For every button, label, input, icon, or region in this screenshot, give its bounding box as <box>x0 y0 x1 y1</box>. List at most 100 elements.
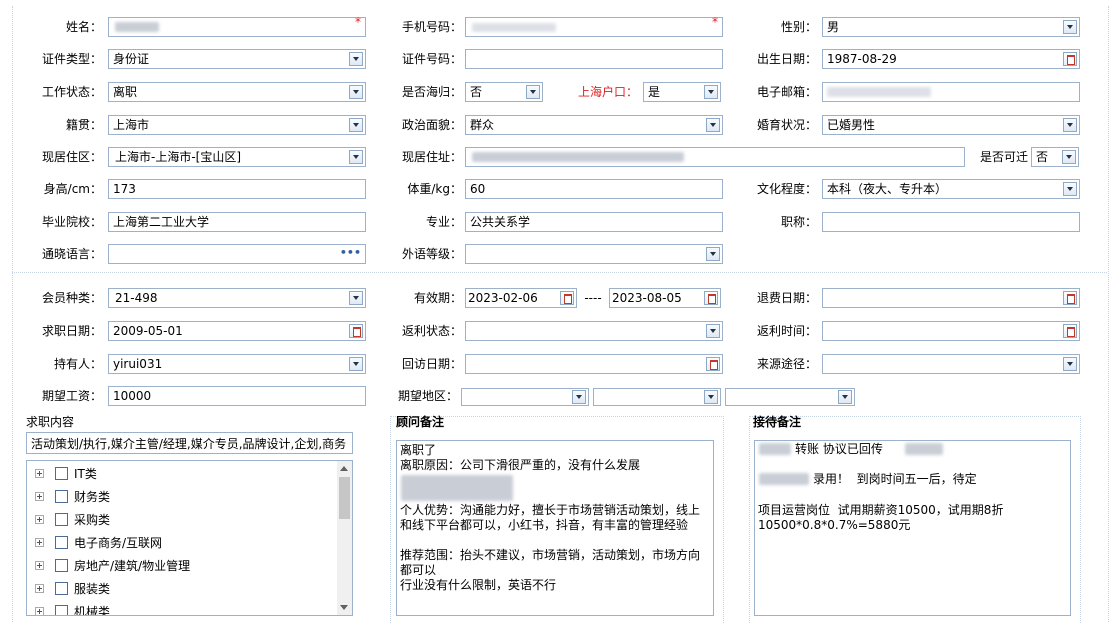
apply-date-field[interactable]: 2009-05-01 <box>108 321 366 341</box>
job-category-tree[interactable]: IT类 财务类 采购类 电子商务/互联网 房地产/建筑/物业管理 服装类 机械类 <box>26 460 353 616</box>
id-type-select[interactable]: 身份证 <box>108 49 366 69</box>
returnee-select[interactable]: 否 <box>465 82 543 102</box>
gender-select[interactable]: 男 <box>822 17 1080 37</box>
chevron-down-icon[interactable] <box>706 247 720 261</box>
expand-icon[interactable] <box>35 607 44 615</box>
phone-field[interactable]: * <box>465 15 723 37</box>
chevron-down-icon[interactable] <box>349 291 363 305</box>
returnee-value: 否 <box>470 85 483 99</box>
email-field[interactable] <box>822 82 1080 102</box>
scrollbar[interactable] <box>337 461 352 615</box>
checkbox[interactable] <box>55 582 68 595</box>
refund-date-field[interactable] <box>822 288 1080 308</box>
checkbox[interactable] <box>55 490 68 503</box>
tree-item-label: 采购类 <box>74 513 111 527</box>
checkbox[interactable] <box>55 605 68 615</box>
source-select[interactable] <box>822 354 1080 374</box>
checkbox[interactable] <box>55 467 68 480</box>
checkbox[interactable] <box>55 513 68 526</box>
chevron-down-icon[interactable] <box>349 52 363 66</box>
apply-date-value: 2009-05-01 <box>113 324 183 338</box>
chevron-down-icon[interactable] <box>349 357 363 371</box>
address-label: 现居住址： <box>401 150 462 164</box>
political-select[interactable]: 群众 <box>465 115 723 135</box>
holder-select[interactable]: yirui031 <box>108 354 366 374</box>
foreign-level-select[interactable] <box>465 244 723 264</box>
chevron-down-icon[interactable] <box>349 150 363 164</box>
chevron-down-icon[interactable] <box>838 390 852 404</box>
chevron-down-icon[interactable] <box>1063 182 1077 196</box>
title-field[interactable] <box>822 212 1080 232</box>
chevron-down-icon[interactable] <box>704 390 718 404</box>
expand-icon[interactable] <box>35 469 44 478</box>
scroll-up-icon[interactable] <box>340 466 348 471</box>
school-field[interactable]: 上海第二工业大学 <box>108 212 366 232</box>
area-select[interactable]: 上海市-上海市-[宝山区] <box>108 147 366 167</box>
checkbox[interactable] <box>55 559 68 572</box>
calendar-icon[interactable] <box>704 291 718 305</box>
more-icon[interactable]: ••• <box>340 245 361 261</box>
weight-label: 体重/kg： <box>407 182 462 196</box>
visit-date-field[interactable] <box>465 354 723 374</box>
expand-icon[interactable] <box>35 584 44 593</box>
calendar-icon[interactable] <box>706 357 720 371</box>
chevron-down-icon[interactable] <box>1063 20 1077 34</box>
chevron-down-icon[interactable] <box>704 85 718 99</box>
scroll-down-icon[interactable] <box>340 605 348 610</box>
scroll-thumb[interactable] <box>339 477 350 519</box>
expand-icon[interactable] <box>35 492 44 501</box>
calendar-icon[interactable] <box>1063 324 1077 338</box>
height-field[interactable]: 173 <box>108 179 366 199</box>
birth-date-field[interactable]: 1987-08-29 <box>822 49 1080 69</box>
name-label: 姓名： <box>65 20 102 34</box>
address-field[interactable] <box>465 147 965 167</box>
hukou-value: 是 <box>648 85 661 99</box>
chevron-down-icon[interactable] <box>706 118 720 132</box>
reception-notes-area[interactable]: 转账 协议已回传 录用！ 到岗时间五一后，待定 项目运营岗位 试用期薪资1050… <box>754 440 1071 616</box>
height-label: 身高/cm： <box>43 182 102 196</box>
native-select[interactable]: 上海市 <box>108 115 366 135</box>
work-status-select[interactable]: 离职 <box>108 82 366 102</box>
member-type-select[interactable]: 21-498 <box>108 288 366 308</box>
valid-from-field[interactable]: 2023-02-06 <box>465 288 577 308</box>
weight-field[interactable]: 60 <box>465 179 723 199</box>
region-district-select[interactable] <box>725 388 855 406</box>
hukou-select[interactable]: 是 <box>643 82 721 102</box>
calendar-icon[interactable] <box>560 291 574 305</box>
job-summary-field[interactable]: 活动策划/执行,媒介主管/经理,媒介专员,品牌设计,企划,商务 <box>26 432 353 454</box>
chevron-down-icon[interactable] <box>1063 118 1077 132</box>
chevron-down-icon[interactable] <box>1063 357 1077 371</box>
calendar-icon[interactable] <box>1063 52 1077 66</box>
marital-select[interactable]: 已婚男性 <box>822 115 1080 135</box>
chevron-down-icon[interactable] <box>572 390 586 404</box>
region-province-select[interactable] <box>461 388 589 406</box>
chevron-down-icon[interactable] <box>1062 150 1076 164</box>
consultant-notes-area[interactable]: 离职了 离职原因：公司下滑很严重的，没有什么发展 个人优势：沟通能力好，擅长于市… <box>396 440 714 616</box>
chevron-down-icon[interactable] <box>706 324 720 338</box>
language-field[interactable]: ••• <box>108 244 366 264</box>
work-status-label: 工作状态： <box>41 85 102 99</box>
expand-icon[interactable] <box>35 538 44 547</box>
calendar-icon[interactable] <box>1063 291 1077 305</box>
expand-icon[interactable] <box>35 515 44 524</box>
expand-icon[interactable] <box>35 561 44 570</box>
id-number-field[interactable] <box>465 49 723 69</box>
salary-field[interactable]: 10000 <box>108 386 366 406</box>
major-field[interactable]: 公共关系学 <box>465 212 723 232</box>
note-line: 离职原因：公司下滑很严重的，没有什么发展 <box>400 458 641 472</box>
checkbox[interactable] <box>55 536 68 549</box>
rebate-time-label: 返利时间： <box>756 324 817 338</box>
calendar-icon[interactable] <box>349 324 363 338</box>
chevron-down-icon[interactable] <box>349 118 363 132</box>
political-label: 政治面貌： <box>401 118 462 132</box>
school-label: 毕业院校： <box>41 215 102 229</box>
chevron-down-icon[interactable] <box>526 85 540 99</box>
relocate-select[interactable]: 否 <box>1031 147 1079 167</box>
rebate-status-select[interactable] <box>465 321 723 341</box>
name-field[interactable]: * <box>108 15 366 37</box>
rebate-time-field[interactable] <box>822 321 1080 341</box>
region-city-select[interactable] <box>593 388 721 406</box>
chevron-down-icon[interactable] <box>349 85 363 99</box>
valid-to-field[interactable]: 2023-08-05 <box>609 288 721 308</box>
education-select[interactable]: 本科（夜大、专升本） <box>822 179 1080 199</box>
